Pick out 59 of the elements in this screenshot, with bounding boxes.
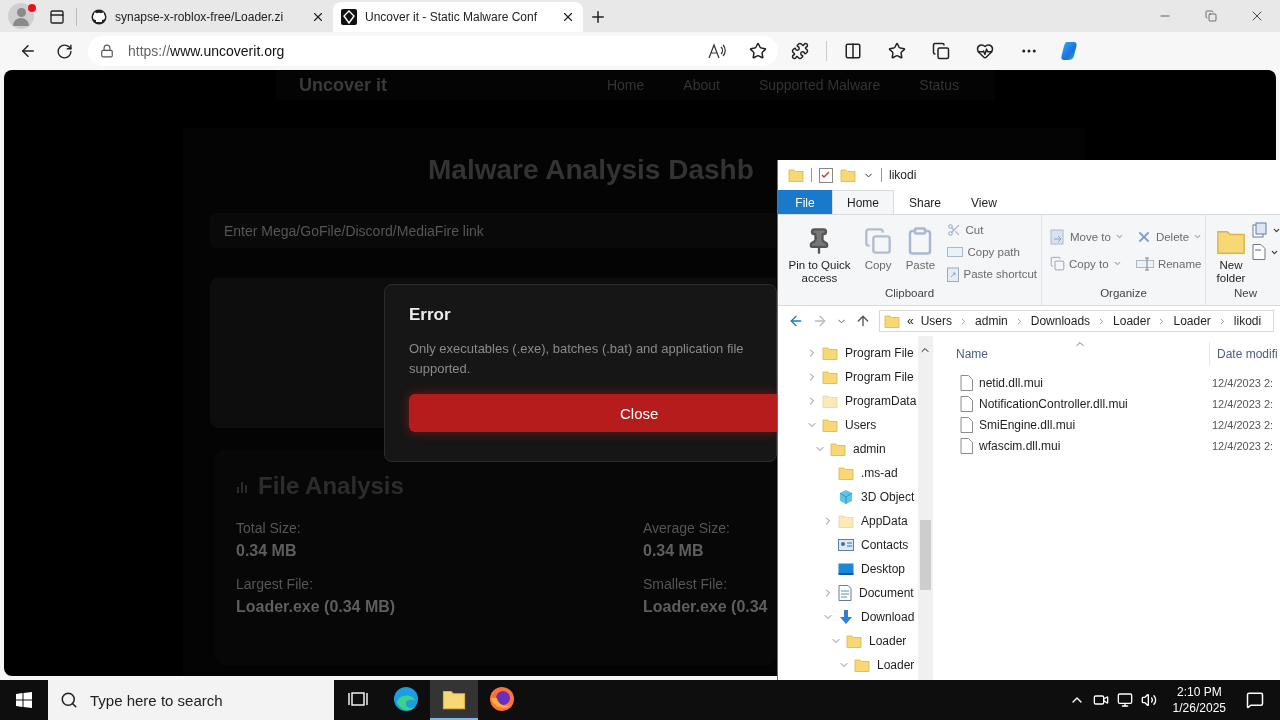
tree-item[interactable]: ProgramData bbox=[778, 389, 918, 413]
tree-item[interactable]: Loader bbox=[778, 629, 918, 653]
tree-item[interactable]: Users bbox=[778, 413, 918, 437]
ribbon-tab[interactable]: File bbox=[778, 190, 832, 214]
file-name[interactable]: netid.dll.mui bbox=[979, 375, 1044, 390]
group-label: New bbox=[1233, 287, 1258, 301]
path-crumb[interactable]: Loader bbox=[1173, 314, 1211, 328]
stat-label: Total Size: bbox=[236, 520, 302, 536]
tree-item[interactable]: Desktop bbox=[778, 557, 918, 581]
link-input[interactable]: Enter Mega/GoFile/Discord/MediaFire link bbox=[210, 213, 776, 248]
close-button[interactable]: Close bbox=[409, 394, 777, 432]
tree-item[interactable]: .ms-ad bbox=[778, 461, 918, 485]
clock[interactable]: 2:10 PM 1/26/2025 bbox=[1172, 684, 1226, 716]
group-label: Organize bbox=[1099, 287, 1148, 301]
file-date: 12/4/2023 2: bbox=[1211, 418, 1274, 431]
path-crumb[interactable]: likodi bbox=[1233, 314, 1262, 328]
path-crumb[interactable]: Loader bbox=[1113, 314, 1151, 328]
tree-item[interactable]: Contacts bbox=[778, 533, 918, 557]
stat-value: Loader.exe (0.34 MB) bbox=[236, 598, 397, 616]
file-date: 12/4/2023 2: bbox=[1211, 439, 1274, 452]
browser-tab[interactable]: Uncover it - Static Malware Conf bbox=[333, 2, 583, 32]
path-crumb[interactable]: admin bbox=[975, 314, 1008, 328]
path-crumb[interactable]: Downloads bbox=[1030, 314, 1091, 328]
taskbar-search-field[interactable]: Type here to search bbox=[48, 680, 334, 720]
file-name[interactable]: NotificationController.dll.mui bbox=[979, 396, 1128, 411]
column-header[interactable]: Date modifi bbox=[1209, 342, 1278, 366]
stat-label: Average Size: bbox=[643, 520, 731, 536]
ribbon-tab[interactable]: Home bbox=[832, 190, 894, 214]
ribbon-tab[interactable]: View bbox=[956, 190, 1012, 214]
file-name[interactable]: SmiEngine.dll.mui bbox=[979, 417, 1076, 432]
ribbon-tab[interactable]: Share bbox=[894, 190, 957, 214]
path-crumb[interactable]: Users bbox=[920, 314, 953, 328]
file-date: 12/4/2023 2: bbox=[1211, 376, 1274, 389]
tree-item[interactable]: 3D Object bbox=[778, 485, 918, 509]
window-title: likodi bbox=[889, 168, 917, 182]
column-header[interactable]: Name bbox=[933, 347, 1209, 361]
group-label: Clipboard bbox=[883, 287, 936, 301]
tree-item[interactable]: Document bbox=[778, 581, 918, 605]
tree-item[interactable]: Program File bbox=[778, 365, 918, 389]
file-date: 12/4/2023 2: bbox=[1211, 397, 1274, 410]
path-field[interactable]: « Users admin Downloads Loader Loader likodi bbox=[879, 310, 1274, 332]
address-field[interactable]: https://www.uncoverit.org bbox=[88, 36, 778, 66]
stat-value: 0.34 MB bbox=[236, 542, 298, 560]
overflow-mark[interactable]: « bbox=[907, 314, 914, 328]
tree-item[interactable]: admin bbox=[778, 437, 918, 461]
tree-item[interactable]: Download bbox=[778, 605, 918, 629]
ribbon-command[interactable]: Pin to Quick access bbox=[782, 219, 857, 287]
stat-label: Smallest File: bbox=[643, 576, 729, 592]
file-name[interactable]: wfascim.dll.mui bbox=[979, 438, 1061, 453]
dialog-title: Error bbox=[409, 305, 452, 325]
ribbon-command[interactable]: New folder bbox=[1210, 219, 1252, 287]
stat-value: 0.34 MB bbox=[643, 542, 705, 560]
browser-tab[interactable]: synapse-x-roblox-free/Loader.zi bbox=[83, 2, 333, 32]
stat-value: Loader.exe (0.34 bbox=[643, 598, 769, 616]
tree-item[interactable]: Program File bbox=[778, 341, 918, 365]
dialog-message: Only executables (.exe), batches (.bat) and application file supported. bbox=[409, 340, 745, 378]
tree-item[interactable]: Loader bbox=[778, 653, 918, 677]
tree-item[interactable]: AppData bbox=[778, 509, 918, 533]
stat-label: Largest File: bbox=[236, 576, 315, 592]
